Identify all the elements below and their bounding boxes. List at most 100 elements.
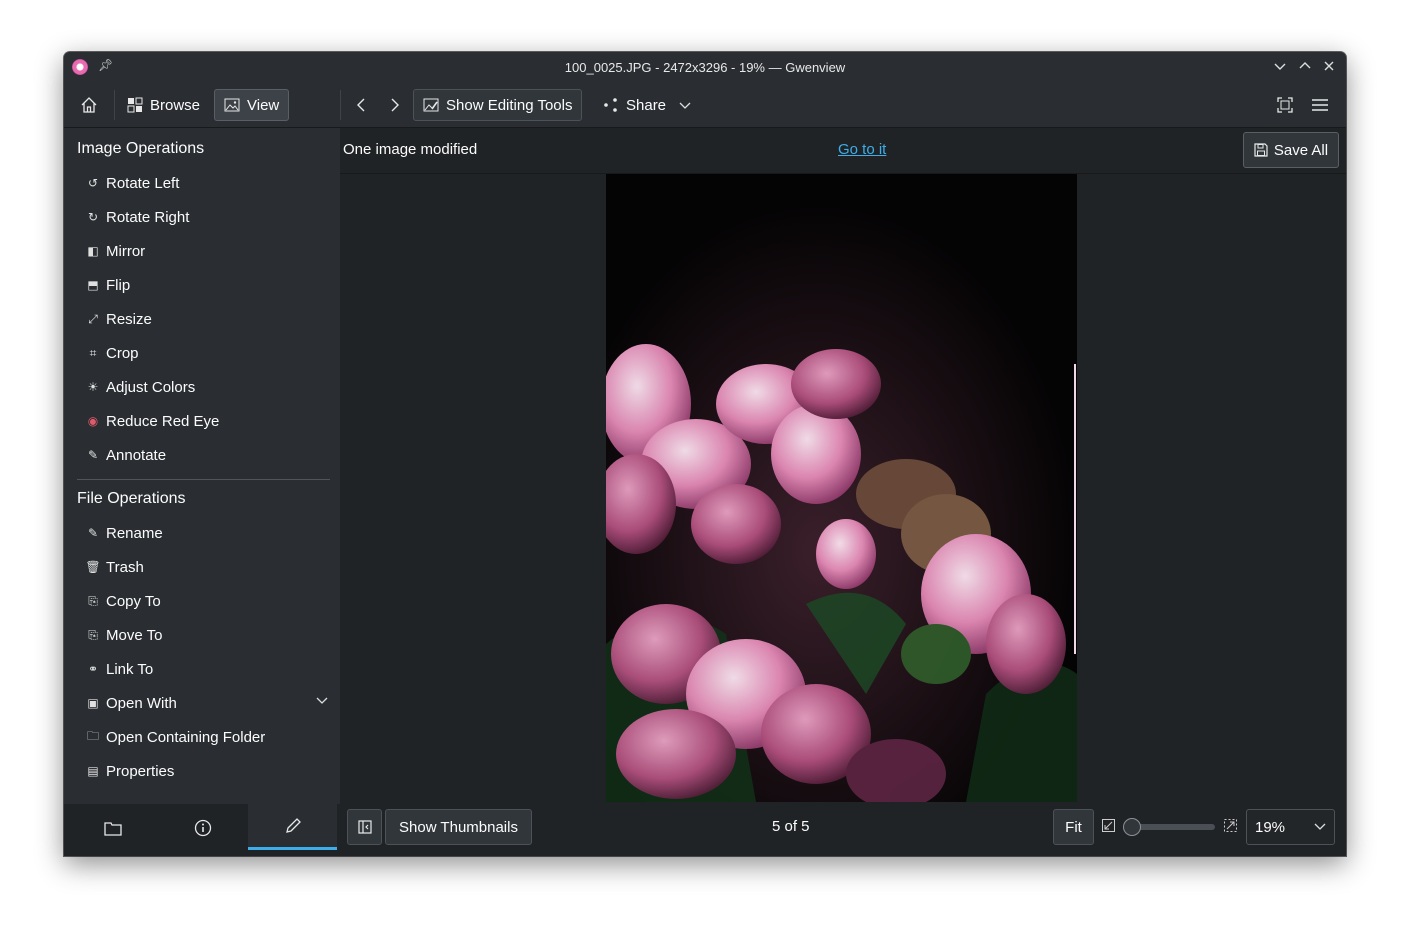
flip-action[interactable]: ⬒ Flip [80, 270, 332, 300]
file-operations-title: File Operations [77, 490, 186, 507]
view-label: View [247, 96, 280, 114]
flip-label: Flip [106, 276, 131, 294]
properties-label: Properties [106, 762, 175, 780]
image-edit-icon [423, 98, 439, 112]
sidebar-tab-bar [64, 804, 340, 856]
fit-label: Fit [1065, 818, 1082, 836]
zoom-slider[interactable] [1133, 824, 1215, 830]
image-counter: 5 of 5 [772, 818, 810, 835]
chevron-down-icon [1274, 63, 1286, 70]
folder-icon [103, 822, 122, 836]
gwenview-window: 📌︎ 100_0025.JPG - 2472x3296 - 19% — Gwen… [64, 52, 1346, 856]
flip-icon: ⬒ [87, 278, 99, 292]
crop-action[interactable]: ⌗ Crop [80, 338, 332, 368]
rotate-right-action[interactable]: ↻ Rotate Right [80, 202, 332, 232]
trash-action[interactable]: 🗑︎ Trash [80, 552, 332, 582]
mirror-label: Mirror [106, 242, 146, 260]
main-toolbar: Browse View Show Editing Tools Share [64, 82, 1346, 128]
tab-folders[interactable] [68, 804, 157, 852]
modified-message: One image modified [343, 141, 478, 158]
zoom-level-value: 19% [1255, 818, 1286, 836]
rotate-right-label: Rotate Right [106, 208, 190, 226]
share-button[interactable]: Share [594, 89, 700, 121]
zoom-in-icon[interactable] [1224, 819, 1237, 835]
pin-icon[interactable]: 📌︎ [98, 58, 113, 72]
mirror-action[interactable]: ◧ Mirror [80, 236, 332, 266]
show-thumbnails-label: Show Thumbnails [399, 818, 518, 836]
share-icon [604, 98, 617, 112]
tab-information[interactable] [158, 804, 247, 852]
rename-action[interactable]: ✎ Rename [80, 518, 332, 548]
image-view-icon [224, 98, 240, 112]
resize-action[interactable]: ⤢ Resize [80, 304, 332, 334]
share-label: Share [626, 96, 667, 114]
home-button[interactable] [72, 89, 106, 121]
rotate-left-icon: ↺ [87, 176, 99, 190]
save-icon [1254, 143, 1268, 157]
minimize-button[interactable] [1270, 56, 1290, 76]
properties-icon: ▤ [87, 764, 99, 778]
section-divider [77, 479, 330, 480]
annotate-icon: ✎ [87, 448, 99, 462]
rename-label: Rename [106, 524, 163, 542]
fit-button[interactable]: Fit [1053, 809, 1094, 845]
adjust-colors-icon: ☀ [87, 380, 99, 394]
rotate-left-action[interactable]: ↺ Rotate Left [80, 168, 332, 198]
save-all-button[interactable]: Save All [1243, 132, 1339, 168]
open-with-label: Open With [106, 694, 177, 712]
open-containing-folder-label: Open Containing Folder [106, 728, 266, 746]
crop-label: Crop [106, 344, 139, 362]
open-with-action[interactable]: ▣ Open With [80, 688, 332, 718]
fullscreen-icon [1277, 97, 1293, 113]
folder-icon: 🗀︎ [86, 728, 99, 743]
fullscreen-button[interactable] [1270, 89, 1300, 121]
reduce-red-eye-action[interactable]: ◉ Reduce Red Eye [80, 406, 332, 436]
zoom-level-combo[interactable]: 19% [1246, 809, 1335, 845]
hamburger-menu-icon [1312, 99, 1328, 111]
browse-grid-icon [127, 97, 143, 113]
open-containing-folder-action[interactable]: 🗀︎ Open Containing Folder [80, 722, 332, 752]
browse-label: Browse [150, 96, 201, 114]
view-button[interactable]: View [214, 89, 290, 121]
trash-label: Trash [106, 558, 144, 576]
home-icon [81, 97, 97, 113]
previous-button[interactable] [346, 89, 376, 121]
go-to-it-link[interactable]: Go to it [838, 141, 886, 158]
image-viewer[interactable] [340, 174, 1346, 802]
toggle-sidebar-button[interactable] [347, 809, 382, 845]
link-to-action[interactable]: ⚭ Link To [80, 654, 332, 684]
next-button[interactable] [380, 89, 410, 121]
annotate-label: Annotate [106, 446, 167, 464]
link-to-label: Link To [106, 660, 154, 678]
annotate-action[interactable]: ✎ Annotate [80, 440, 332, 470]
hamburger-menu-button[interactable] [1305, 89, 1335, 121]
chevron-down-icon[interactable] [316, 694, 328, 709]
crop-icon: ⌗ [89, 345, 97, 360]
link-icon: ⚭ [87, 662, 99, 676]
copy-to-action[interactable]: ⎘ Copy To [80, 586, 332, 616]
close-button[interactable] [1319, 56, 1339, 76]
flower-photo-image [606, 174, 1077, 802]
zoom-slider-handle[interactable] [1123, 818, 1141, 836]
window-title: 100_0025.JPG - 2472x3296 - 19% — Gwenvie… [564, 59, 846, 75]
move-to-action[interactable]: ⎘ Move To [80, 620, 332, 650]
browse-button[interactable]: Browse [118, 89, 209, 121]
adjust-colors-label: Adjust Colors [106, 378, 196, 396]
maximize-button[interactable] [1295, 56, 1315, 76]
resize-label: Resize [106, 310, 152, 328]
photo-flowers[interactable] [606, 174, 1077, 802]
copy-icon: ⎘ [88, 593, 98, 608]
move-to-label: Move To [106, 626, 163, 644]
chevron-left-icon [357, 98, 365, 112]
open-with-icon: ▣ [87, 696, 99, 710]
move-icon: ⎘ [88, 627, 98, 642]
gwenview-app-icon[interactable] [72, 59, 88, 75]
show-editing-tools-button[interactable]: Show Editing Tools [413, 89, 583, 121]
info-icon [194, 819, 211, 837]
properties-action[interactable]: ▤ Properties [80, 756, 332, 786]
zoom-out-icon[interactable] [1102, 819, 1115, 835]
tab-operations[interactable] [248, 804, 337, 850]
show-thumbnails-button[interactable]: Show Thumbnails [385, 809, 532, 845]
adjust-colors-action[interactable]: ☀ Adjust Colors [80, 372, 332, 402]
red-eye-icon: ◉ [87, 414, 99, 428]
